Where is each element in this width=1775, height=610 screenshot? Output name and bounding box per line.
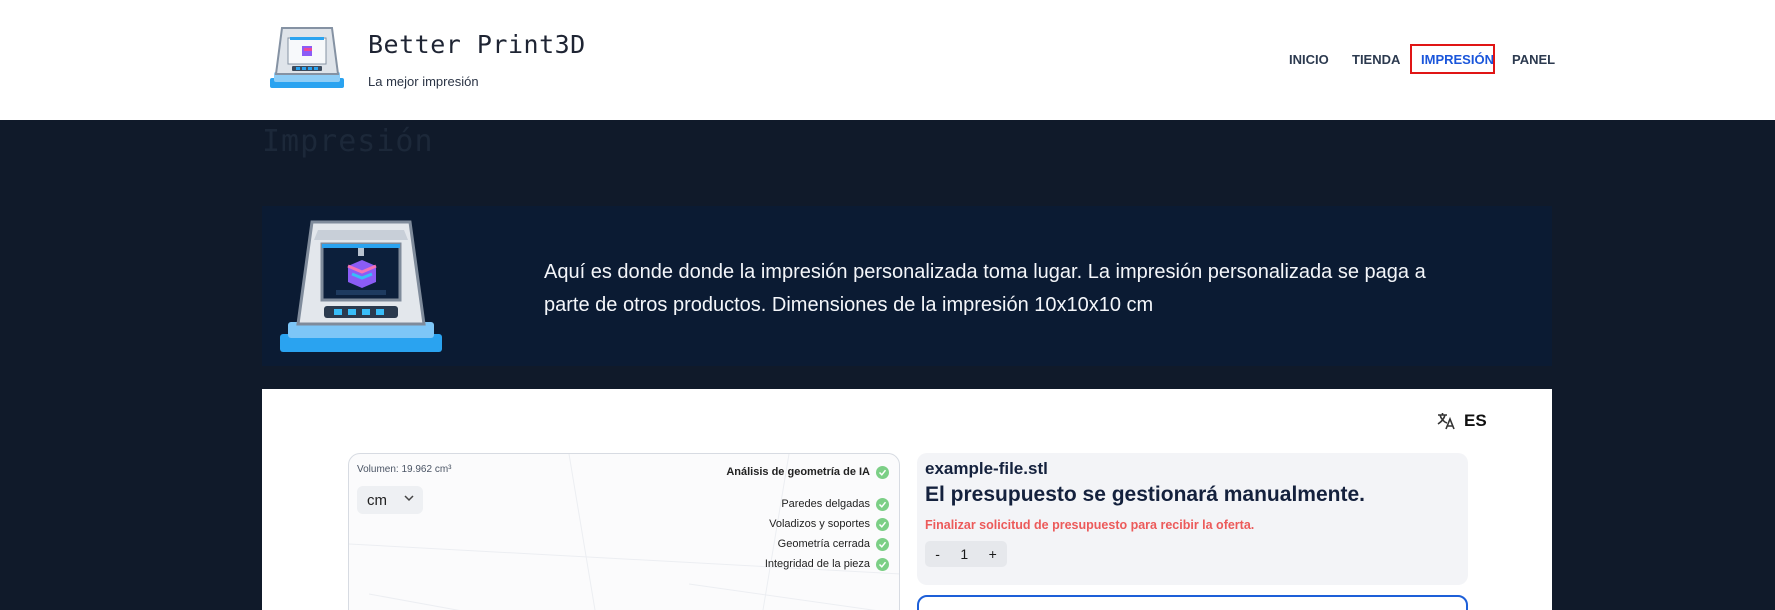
- check-circle-icon: [876, 465, 889, 479]
- nav-tienda[interactable]: TIENDA: [1352, 52, 1400, 67]
- check-circle-icon: [876, 497, 889, 511]
- unit-select[interactable]: cm: [357, 486, 423, 514]
- check-item: Paredes delgadas: [649, 494, 889, 514]
- quantity-decrease-button[interactable]: -: [935, 546, 940, 562]
- print-tool-panel: ES Volumen: 19.962 cm³ cm Análisis de ge…: [262, 389, 1552, 610]
- nav-inicio[interactable]: INICIO: [1289, 52, 1329, 67]
- quote-card: example-file.stl El presupuesto se gesti…: [917, 453, 1468, 585]
- volume-readout: Volumen: 19.962 cm³: [357, 464, 452, 475]
- translate-icon: [1437, 413, 1455, 430]
- check-circle-icon: [876, 517, 889, 531]
- nav-highlight-box: [1410, 44, 1495, 74]
- language-switcher[interactable]: ES: [1436, 411, 1487, 431]
- page-title: Impresión: [262, 124, 434, 159]
- check-circle-icon: [876, 537, 889, 551]
- quote-status-title: El presupuesto se gestionará manualmente…: [925, 483, 1365, 506]
- file-name: example-file.stl: [925, 459, 1048, 478]
- printer-logo-icon[interactable]: [268, 26, 346, 92]
- check-label: Paredes delgadas: [781, 498, 870, 510]
- language-label: ES: [1464, 411, 1487, 430]
- geometry-analysis: Análisis de geometría de IA Paredes delg…: [649, 462, 889, 574]
- model-viewer[interactable]: Volumen: 19.962 cm³ cm Análisis de geome…: [348, 453, 900, 610]
- next-section-card[interactable]: [917, 595, 1468, 610]
- brand-title[interactable]: Better Print3D: [368, 30, 586, 59]
- quantity-increase-button[interactable]: +: [989, 546, 997, 562]
- quote-note: Finalizar solicitud de presupuesto para …: [925, 518, 1255, 532]
- check-item: Geometría cerrada: [649, 534, 889, 554]
- printer-illustration-icon: [280, 220, 442, 352]
- check-label: Integridad de la pieza: [764, 558, 870, 570]
- nav-panel[interactable]: PANEL: [1512, 52, 1555, 67]
- chevron-down-icon: [404, 495, 414, 502]
- check-circle-icon: [876, 557, 889, 571]
- unit-value: cm: [367, 491, 387, 509]
- check-item: Integridad de la pieza: [649, 554, 889, 574]
- quantity-value[interactable]: 1: [960, 546, 968, 562]
- analysis-title-row: Análisis de geometría de IA: [649, 462, 889, 482]
- banner-description: Aquí es donde donde la impresión persona…: [544, 261, 1426, 316]
- analysis-title: Análisis de geometría de IA: [726, 466, 870, 478]
- quantity-stepper: - 1 +: [925, 541, 1007, 567]
- check-label: Geometría cerrada: [777, 538, 870, 550]
- check-item: Voladizos y soportes: [649, 514, 889, 534]
- site-header: Better Print3D La mejor impresión INICIO…: [0, 0, 1775, 120]
- brand-tagline: La mejor impresión: [368, 74, 479, 89]
- print-banner: Aquí es donde donde la impresión persona…: [262, 206, 1552, 366]
- check-label: Voladizos y soportes: [769, 518, 870, 530]
